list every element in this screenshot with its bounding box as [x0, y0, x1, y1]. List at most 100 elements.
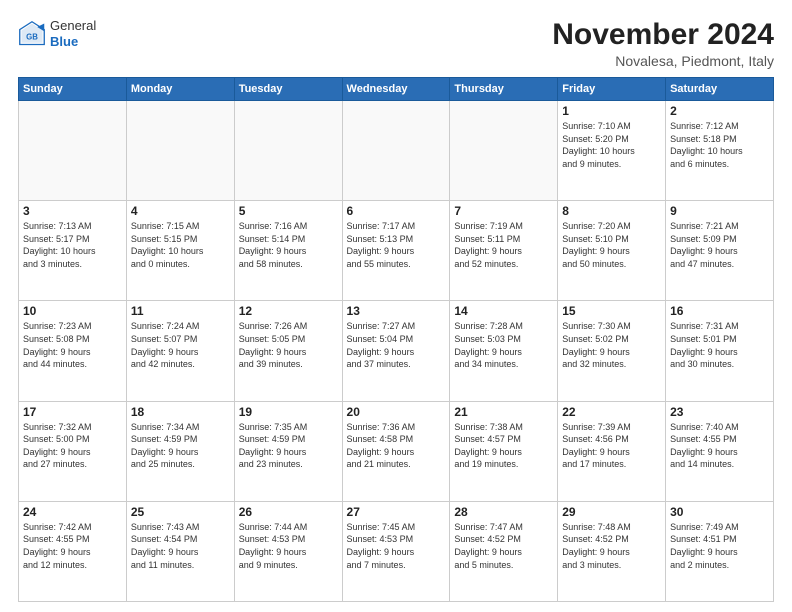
calendar-cell	[19, 101, 127, 201]
day-number: 13	[347, 304, 446, 318]
day-info: Sunrise: 7:31 AM Sunset: 5:01 PM Dayligh…	[670, 320, 769, 370]
calendar-cell: 19 Sunrise: 7:35 AM Sunset: 4:59 PM Dayli…	[234, 401, 342, 501]
day-number: 30	[670, 505, 769, 519]
calendar-cell: 8Sunrise: 7:20 AM Sunset: 5:10 PM Daylig…	[558, 201, 666, 301]
month-title: November 2024	[552, 18, 774, 51]
day-info: Sunrise: 7:47 AM Sunset: 4:52 PM Dayligh…	[454, 521, 553, 571]
day-number: 5	[239, 204, 338, 218]
logo-text: General Blue	[50, 18, 96, 49]
calendar-week-3: 10 Sunrise: 7:23 AM Sunset: 5:08 PM Dayli…	[19, 301, 774, 401]
day-number: 12	[239, 304, 338, 318]
day-number: 18	[131, 405, 230, 419]
day-number: 25	[131, 505, 230, 519]
calendar-cell: 20Sunrise: 7:36 AM Sunset: 4:58 PM Dayli…	[342, 401, 450, 501]
day-number: 6	[347, 204, 446, 218]
day-number: 22	[562, 405, 661, 419]
day-info: Sunrise: 7:20 AM Sunset: 5:10 PM Dayligh…	[562, 220, 661, 270]
day-number: 4	[131, 204, 230, 218]
logo: GB General Blue	[18, 18, 96, 49]
day-info: Sunrise: 7:23 AM Sunset: 5:08 PM Dayligh…	[23, 320, 122, 370]
day-info: Sunrise: 7:30 AM Sunset: 5:02 PM Dayligh…	[562, 320, 661, 370]
calendar-cell: 10 Sunrise: 7:23 AM Sunset: 5:08 PM Dayli…	[19, 301, 127, 401]
calendar-week-2: 3 Sunrise: 7:13 AM Sunset: 5:17 PM Daylig…	[19, 201, 774, 301]
calendar-cell: 2Sunrise: 7:12 AM Sunset: 5:18 PM Daylig…	[666, 101, 774, 201]
calendar-cell: 26 Sunrise: 7:44 AM Sunset: 4:53 PM Dayli…	[234, 501, 342, 601]
calendar-cell: 7Sunrise: 7:19 AM Sunset: 5:11 PM Daylig…	[450, 201, 558, 301]
day-info: Sunrise: 7:39 AM Sunset: 4:56 PM Dayligh…	[562, 421, 661, 471]
weekday-header-monday: Monday	[126, 78, 234, 101]
weekday-header-sunday: Sunday	[19, 78, 127, 101]
weekday-header-wednesday: Wednesday	[342, 78, 450, 101]
weekday-header-tuesday: Tuesday	[234, 78, 342, 101]
location: Novalesa, Piedmont, Italy	[552, 53, 774, 69]
day-number: 3	[23, 204, 122, 218]
day-info: Sunrise: 7:43 AM Sunset: 4:54 PM Dayligh…	[131, 521, 230, 571]
day-info: Sunrise: 7:15 AM Sunset: 5:15 PM Dayligh…	[131, 220, 230, 270]
day-info: Sunrise: 7:34 AM Sunset: 4:59 PM Dayligh…	[131, 421, 230, 471]
logo-blue: Blue	[50, 34, 96, 50]
calendar-cell	[342, 101, 450, 201]
day-number: 11	[131, 304, 230, 318]
day-info: Sunrise: 7:42 AM Sunset: 4:55 PM Dayligh…	[23, 521, 122, 571]
calendar-cell: 14Sunrise: 7:28 AM Sunset: 5:03 PM Dayli…	[450, 301, 558, 401]
day-number: 16	[670, 304, 769, 318]
calendar-cell: 25 Sunrise: 7:43 AM Sunset: 4:54 PM Dayli…	[126, 501, 234, 601]
day-info: Sunrise: 7:27 AM Sunset: 5:04 PM Dayligh…	[347, 320, 446, 370]
day-number: 28	[454, 505, 553, 519]
day-info: Sunrise: 7:44 AM Sunset: 4:53 PM Dayligh…	[239, 521, 338, 571]
calendar-cell: 13 Sunrise: 7:27 AM Sunset: 5:04 PM Dayli…	[342, 301, 450, 401]
weekday-header-row: SundayMondayTuesdayWednesdayThursdayFrid…	[19, 78, 774, 101]
title-block: November 2024 Novalesa, Piedmont, Italy	[552, 18, 774, 69]
weekday-header-friday: Friday	[558, 78, 666, 101]
calendar-week-1: 1Sunrise: 7:10 AM Sunset: 5:20 PM Daylig…	[19, 101, 774, 201]
day-number: 14	[454, 304, 553, 318]
calendar-cell: 23Sunrise: 7:40 AM Sunset: 4:55 PM Dayli…	[666, 401, 774, 501]
day-info: Sunrise: 7:13 AM Sunset: 5:17 PM Dayligh…	[23, 220, 122, 270]
day-number: 15	[562, 304, 661, 318]
day-info: Sunrise: 7:38 AM Sunset: 4:57 PM Dayligh…	[454, 421, 553, 471]
calendar-header: SundayMondayTuesdayWednesdayThursdayFrid…	[19, 78, 774, 101]
day-info: Sunrise: 7:17 AM Sunset: 5:13 PM Dayligh…	[347, 220, 446, 270]
calendar-cell: 22 Sunrise: 7:39 AM Sunset: 4:56 PM Dayli…	[558, 401, 666, 501]
day-info: Sunrise: 7:45 AM Sunset: 4:53 PM Dayligh…	[347, 521, 446, 571]
calendar-cell: 9Sunrise: 7:21 AM Sunset: 5:09 PM Daylig…	[666, 201, 774, 301]
day-info: Sunrise: 7:49 AM Sunset: 4:51 PM Dayligh…	[670, 521, 769, 571]
weekday-header-thursday: Thursday	[450, 78, 558, 101]
calendar-cell	[234, 101, 342, 201]
day-info: Sunrise: 7:48 AM Sunset: 4:52 PM Dayligh…	[562, 521, 661, 571]
calendar-cell	[126, 101, 234, 201]
calendar-cell: 28 Sunrise: 7:47 AM Sunset: 4:52 PM Dayli…	[450, 501, 558, 601]
day-number: 20	[347, 405, 446, 419]
logo-general: General	[50, 18, 96, 34]
calendar-cell: 30 Sunrise: 7:49 AM Sunset: 4:51 PM Dayli…	[666, 501, 774, 601]
calendar-cell: 21 Sunrise: 7:38 AM Sunset: 4:57 PM Dayli…	[450, 401, 558, 501]
svg-text:GB: GB	[26, 32, 38, 41]
day-info: Sunrise: 7:35 AM Sunset: 4:59 PM Dayligh…	[239, 421, 338, 471]
day-number: 10	[23, 304, 122, 318]
day-info: Sunrise: 7:19 AM Sunset: 5:11 PM Dayligh…	[454, 220, 553, 270]
calendar-week-4: 17Sunrise: 7:32 AM Sunset: 5:00 PM Dayli…	[19, 401, 774, 501]
calendar-cell: 5Sunrise: 7:16 AM Sunset: 5:14 PM Daylig…	[234, 201, 342, 301]
day-number: 19	[239, 405, 338, 419]
day-number: 2	[670, 104, 769, 118]
day-number: 24	[23, 505, 122, 519]
day-number: 29	[562, 505, 661, 519]
header: GB General Blue November 2024 Novalesa, …	[18, 18, 774, 69]
calendar-cell: 27Sunrise: 7:45 AM Sunset: 4:53 PM Dayli…	[342, 501, 450, 601]
calendar-cell: 29 Sunrise: 7:48 AM Sunset: 4:52 PM Dayli…	[558, 501, 666, 601]
calendar-cell: 4 Sunrise: 7:15 AM Sunset: 5:15 PM Daylig…	[126, 201, 234, 301]
calendar-cell: 6 Sunrise: 7:17 AM Sunset: 5:13 PM Daylig…	[342, 201, 450, 301]
weekday-header-saturday: Saturday	[666, 78, 774, 101]
day-number: 21	[454, 405, 553, 419]
calendar-cell: 18 Sunrise: 7:34 AM Sunset: 4:59 PM Dayli…	[126, 401, 234, 501]
calendar-cell: 24 Sunrise: 7:42 AM Sunset: 4:55 PM Dayli…	[19, 501, 127, 601]
calendar-cell: 11Sunrise: 7:24 AM Sunset: 5:07 PM Dayli…	[126, 301, 234, 401]
calendar-cell: 17Sunrise: 7:32 AM Sunset: 5:00 PM Dayli…	[19, 401, 127, 501]
logo-icon: GB	[18, 20, 46, 48]
day-number: 26	[239, 505, 338, 519]
calendar-cell: 1Sunrise: 7:10 AM Sunset: 5:20 PM Daylig…	[558, 101, 666, 201]
day-info: Sunrise: 7:26 AM Sunset: 5:05 PM Dayligh…	[239, 320, 338, 370]
calendar-cell: 16 Sunrise: 7:31 AM Sunset: 5:01 PM Dayli…	[666, 301, 774, 401]
calendar-cell	[450, 101, 558, 201]
day-number: 23	[670, 405, 769, 419]
